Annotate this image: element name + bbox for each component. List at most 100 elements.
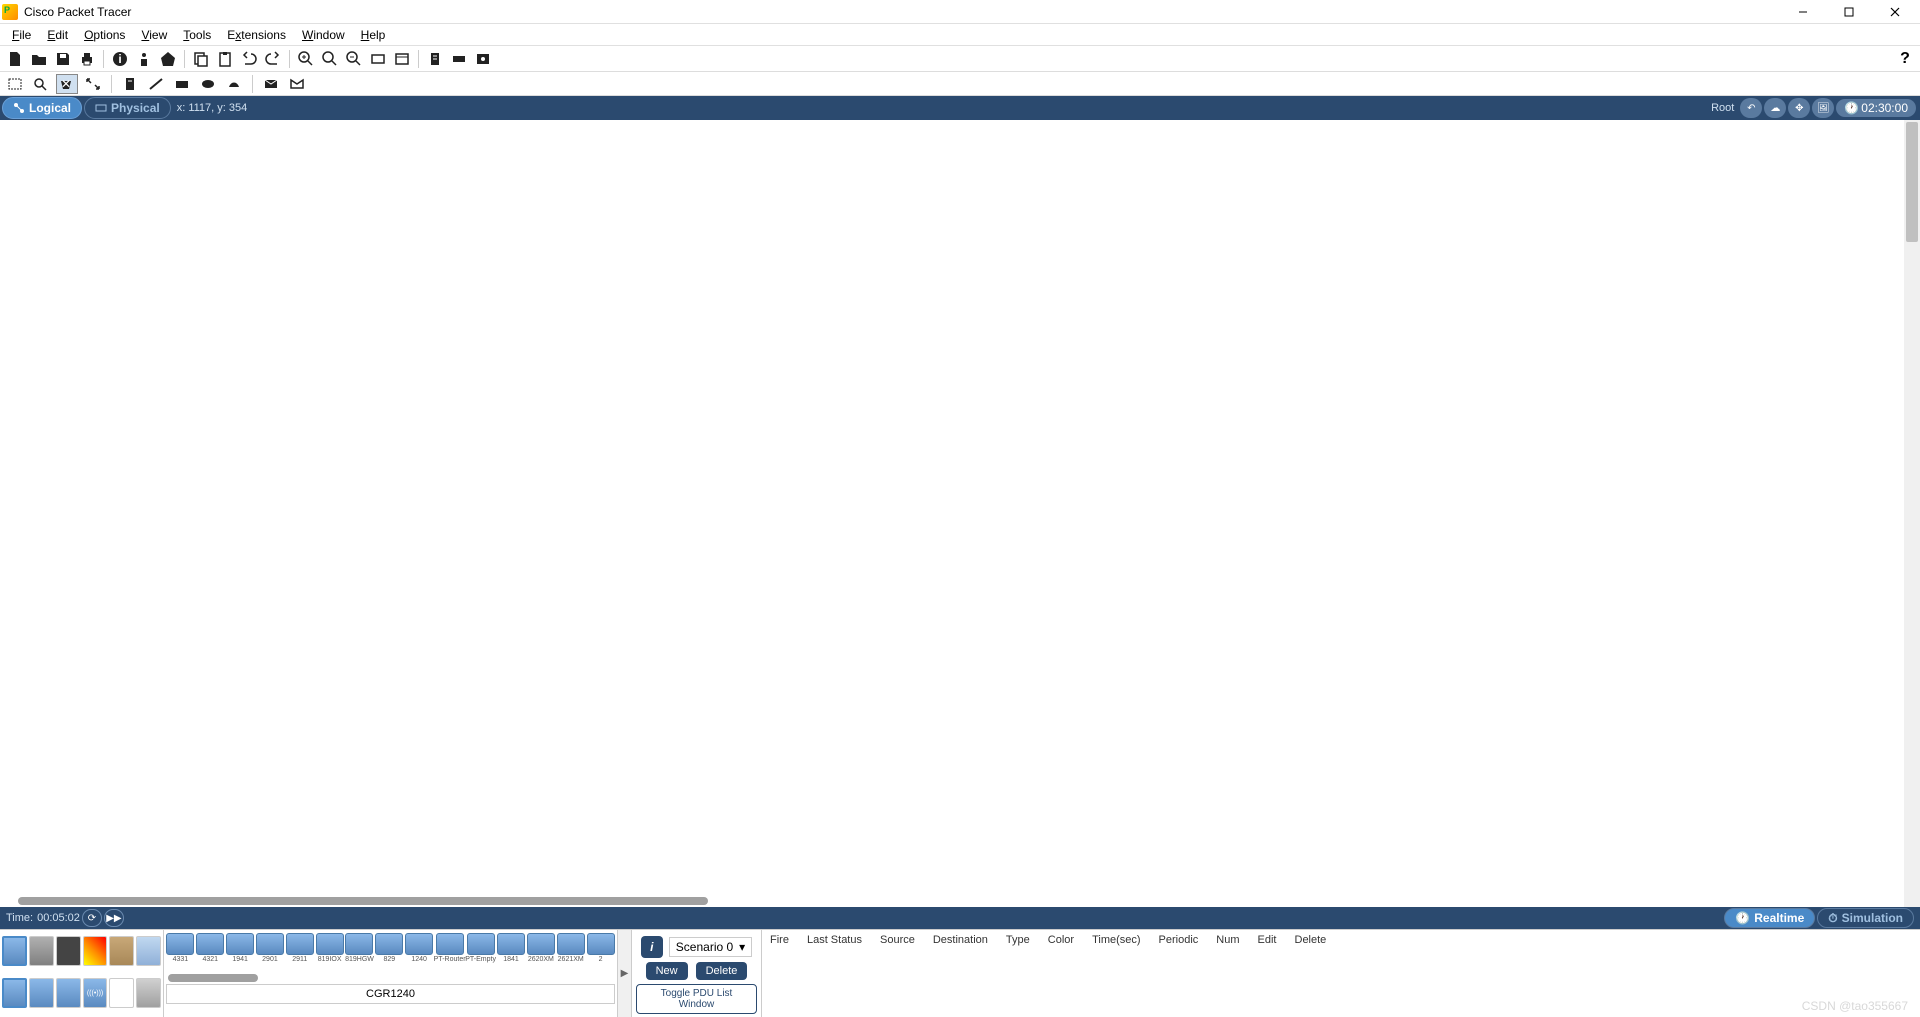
category-miscellaneous[interactable] [109, 936, 134, 966]
subcategory-security[interactable] [109, 978, 134, 1008]
user-profile-icon[interactable] [157, 48, 179, 70]
copy-icon[interactable] [190, 48, 212, 70]
open-file-icon[interactable] [28, 48, 50, 70]
pdu-header-last-status[interactable]: Last Status [807, 934, 862, 946]
device-item[interactable]: 819HGW [345, 933, 374, 969]
pdu-header-time[interactable]: Time(sec) [1092, 934, 1140, 946]
save-icon[interactable] [52, 48, 74, 70]
device-item[interactable]: 1941 [226, 933, 255, 969]
device-item[interactable]: 2911 [285, 933, 314, 969]
device-item[interactable]: PT-Empty [466, 933, 496, 969]
paste-icon[interactable] [214, 48, 236, 70]
device-item[interactable]: 2 [586, 933, 615, 969]
device-item[interactable]: 2901 [256, 933, 285, 969]
simple-pdu-icon[interactable] [260, 74, 282, 94]
activity-wizard-icon[interactable]: i [109, 48, 131, 70]
nav-cluster-icon[interactable]: ☁ [1764, 98, 1786, 118]
workspace-canvas[interactable] [0, 120, 1920, 907]
scenario-new-button[interactable]: New [646, 962, 688, 980]
maximize-button[interactable] [1826, 0, 1872, 24]
simulation-mode-tab[interactable]: ⏱ Simulation [1817, 908, 1914, 928]
ellipse-tool-icon[interactable] [197, 74, 219, 94]
pdu-header-source[interactable]: Source [880, 934, 915, 946]
menu-tools[interactable]: Tools [175, 26, 219, 44]
category-multiuser[interactable] [136, 936, 161, 966]
device-item[interactable]: 829 [375, 933, 404, 969]
power-cycle-icon[interactable]: ⟳ [82, 909, 102, 927]
menu-file[interactable]: File [4, 26, 39, 44]
device-item[interactable]: 819IOX [315, 933, 344, 969]
menu-view[interactable]: View [133, 26, 175, 44]
subcategory-switches[interactable] [29, 978, 54, 1008]
select-tool-icon[interactable] [4, 74, 26, 94]
device-scrollbar[interactable] [164, 972, 617, 984]
device-list-icon[interactable] [424, 48, 446, 70]
vertical-scroll-thumb[interactable] [1906, 122, 1918, 242]
nav-back-icon[interactable]: ↶ [1740, 98, 1762, 118]
menu-window[interactable]: Window [294, 26, 353, 44]
print-icon[interactable] [76, 48, 98, 70]
scenario-selector[interactable]: Scenario 0 ▾ [669, 937, 752, 957]
realtime-mode-tab[interactable]: 🕐 Realtime [1724, 908, 1815, 928]
device-item[interactable]: 4331 [166, 933, 195, 969]
category-network-devices[interactable] [2, 936, 27, 966]
device-scroll-thumb[interactable] [168, 974, 258, 982]
rectangle-tool-icon[interactable] [171, 74, 193, 94]
menu-extensions[interactable]: Extensions [219, 26, 294, 44]
expand-panel-button[interactable]: ▶ [618, 930, 632, 1017]
scenario-delete-button[interactable]: Delete [696, 962, 748, 980]
new-file-icon[interactable] [4, 48, 26, 70]
viewport-icon[interactable] [472, 48, 494, 70]
device-item[interactable]: 1240 [405, 933, 434, 969]
horizontal-scrollbar[interactable] [0, 895, 1920, 907]
pdu-header-num[interactable]: Num [1216, 934, 1239, 946]
category-end-devices[interactable] [29, 936, 54, 966]
resize-tool-icon[interactable] [82, 74, 104, 94]
horizontal-scroll-thumb[interactable] [18, 897, 708, 905]
category-components[interactable] [56, 936, 81, 966]
minimize-button[interactable] [1780, 0, 1826, 24]
undo-icon[interactable] [238, 48, 260, 70]
pdu-header-periodic[interactable]: Periodic [1159, 934, 1199, 946]
freeform-tool-icon[interactable] [223, 74, 245, 94]
environment-time[interactable]: 🕐 02:30:00 [1836, 99, 1916, 117]
zoom-out-icon[interactable] [343, 48, 365, 70]
subcategory-wireless[interactable]: (((•))) [83, 978, 108, 1008]
nav-background-icon[interactable]: 🖼 [1812, 98, 1834, 118]
pdu-header-type[interactable]: Type [1006, 934, 1030, 946]
scenario-info-icon[interactable]: i [641, 936, 663, 958]
line-tool-icon[interactable] [145, 74, 167, 94]
subcategory-routers[interactable] [2, 978, 27, 1008]
logical-view-tab[interactable]: Logical [2, 97, 82, 119]
toggle-pdu-button[interactable]: Toggle PDU List Window [636, 984, 757, 1014]
device-table-icon[interactable] [448, 48, 470, 70]
network-info-icon[interactable] [133, 48, 155, 70]
zoom-reset-icon[interactable] [319, 48, 341, 70]
redo-icon[interactable] [262, 48, 284, 70]
device-item[interactable]: 2621XM [556, 933, 585, 969]
note-tool-icon[interactable] [119, 74, 141, 94]
device-item[interactable]: PT-Router [435, 933, 465, 969]
complex-pdu-icon[interactable] [286, 74, 308, 94]
subcategory-hubs[interactable] [56, 978, 81, 1008]
root-label[interactable]: Root [1711, 102, 1734, 114]
menu-options[interactable]: Options [76, 26, 133, 44]
nav-move-icon[interactable]: ✥ [1788, 98, 1810, 118]
draw-rect-icon[interactable] [367, 48, 389, 70]
pdu-header-delete[interactable]: Delete [1295, 934, 1327, 946]
subcategory-wan[interactable] [136, 978, 161, 1008]
pdu-header-edit[interactable]: Edit [1258, 934, 1277, 946]
zoom-in-icon[interactable] [295, 48, 317, 70]
close-button[interactable] [1872, 0, 1918, 24]
device-item[interactable]: 1841 [497, 933, 526, 969]
menu-edit[interactable]: Edit [39, 26, 76, 44]
device-item[interactable]: 4321 [196, 933, 225, 969]
fast-forward-icon[interactable]: ▶▶ [104, 909, 124, 927]
menu-help[interactable]: Help [353, 26, 394, 44]
draw-structured-icon[interactable] [391, 48, 413, 70]
physical-view-tab[interactable]: Physical [84, 97, 171, 119]
pdu-header-destination[interactable]: Destination [933, 934, 988, 946]
pdu-header-fire[interactable]: Fire [770, 934, 789, 946]
delete-tool-icon[interactable]: ✕ [56, 74, 78, 94]
inspect-tool-icon[interactable] [30, 74, 52, 94]
